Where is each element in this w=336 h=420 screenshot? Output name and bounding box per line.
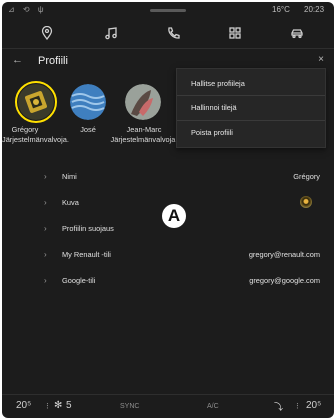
profile-3-role: Järjestelmänvalvoja. <box>110 135 178 144</box>
row-renault-label: My Renault -tili <box>62 250 111 259</box>
chevron-right-icon: › <box>44 224 47 233</box>
outside-temperature: 16°C <box>272 5 290 14</box>
location-pin-icon[interactable] <box>38 24 56 42</box>
car-icon[interactable] <box>288 24 306 42</box>
divider-dot: ⁝ <box>296 401 299 411</box>
divider-dot: ⁝ <box>46 401 49 411</box>
fan-speed[interactable]: 5 <box>66 400 72 411</box>
row-google-value: gregory@google.com <box>249 276 320 285</box>
music-icon[interactable] <box>102 24 120 42</box>
profile-options-menu: Hallitse profiileja Hallinnoi tilejä Poi… <box>176 68 326 148</box>
status-bar: ⊿ ⟲ ψ 16°C 20:23 <box>2 2 334 18</box>
menu-separator <box>177 120 325 121</box>
row-name[interactable]: › Nimi Grégory <box>2 164 334 190</box>
temperature-left[interactable]: 20⁵ <box>16 400 31 411</box>
row-security-label: Profiilin suojaus <box>62 224 114 233</box>
status-icons: ⊿ ⟲ ψ <box>8 5 47 14</box>
seat-fan-icon[interactable]: ⤵ <box>274 400 283 413</box>
row-renault-account[interactable]: › My Renault -tili gregory@renault.com <box>2 242 334 268</box>
clock: 20:23 <box>304 5 325 14</box>
row-name-label: Nimi <box>62 172 77 181</box>
climate-bar: 20⁵ ⁝ ✻ 5 SYNC A/C ⤵ ⁝ 20⁵ <box>2 394 334 418</box>
callout-marker: A <box>162 204 186 228</box>
menu-item-delete-profile[interactable]: Poista profiili <box>191 128 233 137</box>
sync-button[interactable]: SYNC <box>120 403 139 410</box>
close-icon[interactable]: × <box>318 54 324 65</box>
profile-2-name: José <box>80 125 96 134</box>
profile-photo-thumbnail <box>300 196 312 208</box>
row-name-value: Grégory <box>293 172 320 181</box>
row-renault-value: gregory@renault.com <box>248 250 320 259</box>
row-google-label: Google-tili <box>62 276 96 285</box>
menu-item-manage-profiles[interactable]: Hallitse profiileja <box>191 79 245 88</box>
profile-1-role: Järjestelmänvalvoja. <box>2 135 69 144</box>
back-arrow-icon[interactable]: ← <box>12 54 23 66</box>
infotainment-screen: ⊿ ⟲ ψ 16°C 20:23 ← Profiili × Grégory Jä… <box>2 2 334 418</box>
chevron-right-icon: › <box>44 250 47 259</box>
avatar-profile-2[interactable] <box>70 84 106 120</box>
temperature-right[interactable]: 20⁵ <box>306 400 321 411</box>
page-title: Profiili <box>38 55 68 67</box>
fan-icon[interactable]: ✻ <box>54 400 62 411</box>
divider <box>2 48 334 49</box>
avatar-profile-3[interactable] <box>125 84 161 120</box>
chevron-right-icon: › <box>44 276 47 285</box>
chevron-right-icon: › <box>44 172 47 181</box>
top-navigation <box>2 24 334 46</box>
row-google-account[interactable]: › Google-tili gregory@google.com <box>2 268 334 294</box>
row-photo-label: Kuva <box>62 198 79 207</box>
avatar-profile-1[interactable] <box>15 81 57 123</box>
ac-button[interactable]: A/C <box>207 403 219 410</box>
status-handle <box>150 9 186 12</box>
profile-1-name: Grégory <box>11 125 39 134</box>
profile-3-name: Jean-Marc <box>126 125 162 134</box>
phone-icon[interactable] <box>164 24 182 42</box>
chevron-right-icon: › <box>44 198 47 207</box>
apps-grid-icon[interactable] <box>226 24 244 42</box>
menu-item-manage-accounts[interactable]: Hallinnoi tilejä <box>191 103 237 112</box>
menu-separator <box>177 95 325 96</box>
